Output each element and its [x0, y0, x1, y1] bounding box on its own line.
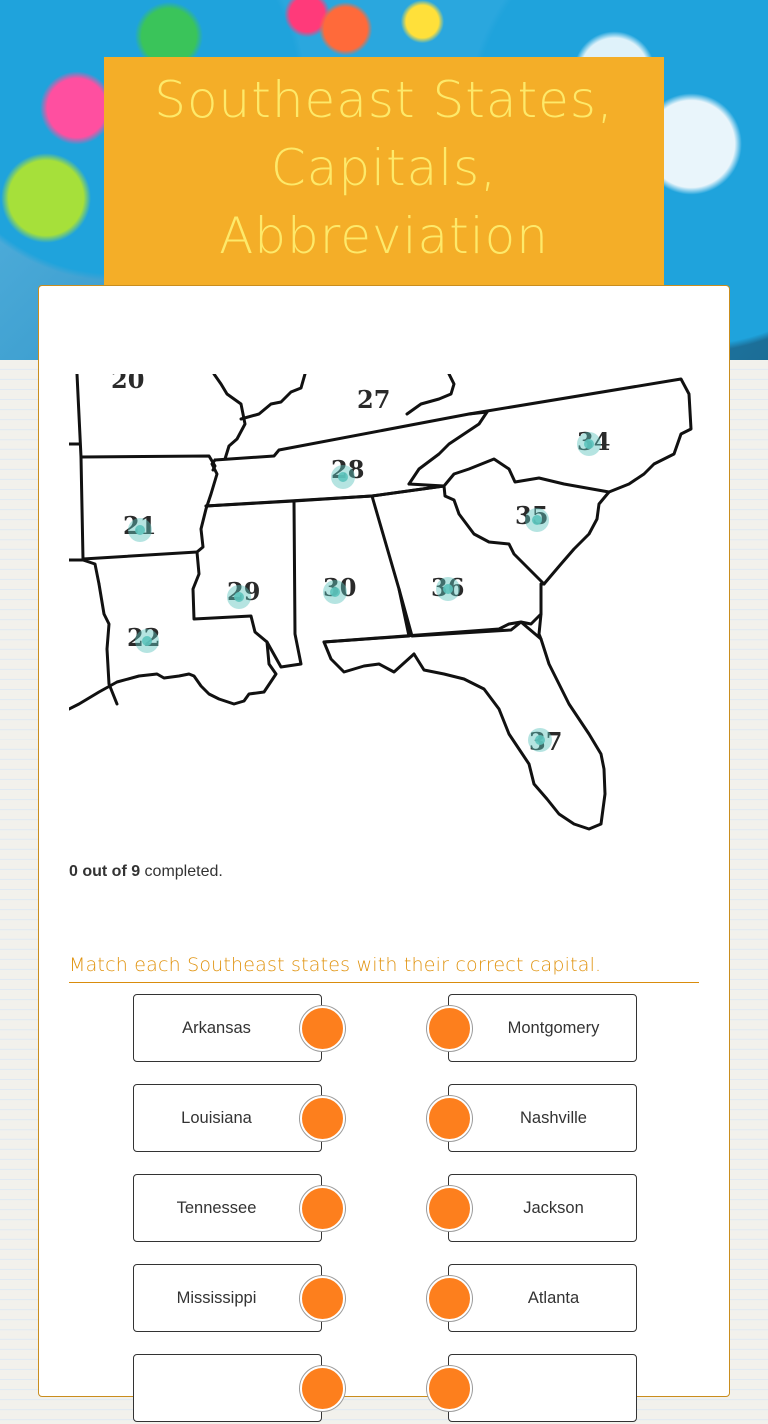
state-border-20 — [75, 374, 217, 472]
connector-dot-right[interactable] — [427, 1096, 472, 1141]
match-item-right[interactable]: Nashville — [448, 1084, 637, 1152]
state-border-27b — [239, 374, 307, 421]
match-pair-row: Arkansas Montgomery — [133, 994, 637, 1064]
connector-dot-right[interactable] — [427, 1186, 472, 1231]
state-border-27c — [405, 374, 456, 416]
match-item-left[interactable]: Tennessee — [133, 1174, 322, 1242]
progress-status: 0 out of 9 completed. — [69, 863, 223, 881]
match-item-right[interactable]: Jackson — [448, 1174, 637, 1242]
title-line-2: Capitals, — [270, 139, 498, 197]
hotspot-34[interactable] — [577, 432, 601, 456]
map-label-27: 27 — [357, 385, 390, 414]
question-instruction: Match each Southeast states with their c… — [69, 954, 699, 983]
title-line-1: Southeast States, — [154, 71, 614, 129]
match-item-left[interactable]: Mississippi — [133, 1264, 322, 1332]
match-pair-row: Louisiana Nashville — [133, 1084, 637, 1154]
page-title: Southeast States, Capitals, Abbreviation — [154, 66, 614, 270]
state-border-texas-edge — [69, 558, 101, 586]
state-border-22b — [69, 550, 278, 711]
connector-dot-left[interactable] — [300, 1276, 345, 1321]
connector-dot-left[interactable] — [300, 1366, 345, 1411]
connector-dot-left[interactable] — [300, 1096, 345, 1141]
southeast-map: 20 27 21 22 28 29 30 34 35 36 37 — [69, 374, 693, 831]
state-border-37 — [322, 620, 607, 831]
connector-dot-right[interactable] — [427, 1366, 472, 1411]
hotspot-22[interactable] — [135, 629, 159, 653]
hotspot-30[interactable] — [323, 580, 347, 604]
hotspot-35[interactable] — [525, 508, 549, 532]
state-border-28 — [213, 410, 489, 462]
match-pair-row — [133, 1354, 637, 1424]
match-item-right[interactable]: Atlanta — [448, 1264, 637, 1332]
hotspot-37[interactable] — [528, 728, 552, 752]
hotspot-36[interactable] — [436, 577, 460, 601]
state-border-21 — [79, 455, 219, 561]
match-pair-row: Mississippi Atlanta — [133, 1264, 637, 1334]
match-item-left[interactable] — [133, 1354, 322, 1422]
match-item-left[interactable]: Arkansas — [133, 994, 322, 1062]
connector-dot-left[interactable] — [300, 1186, 345, 1231]
title-line-3: Abbreviation — [219, 207, 549, 265]
florida-atlantic-coast — [537, 612, 543, 641]
hotspot-29[interactable] — [227, 585, 251, 609]
state-border-27 — [212, 374, 247, 461]
match-item-right[interactable]: Montgomery — [448, 994, 637, 1062]
title-banner: Southeast States, Capitals, Abbreviation — [104, 57, 664, 289]
connector-dot-left[interactable] — [300, 1006, 345, 1051]
match-item-left[interactable]: Louisiana — [133, 1084, 322, 1152]
map-label-20: 20 — [111, 374, 144, 394]
state-border-28b — [204, 482, 446, 508]
match-item-right[interactable] — [448, 1354, 637, 1422]
worksheet-card: 20 27 21 22 28 29 30 34 35 36 37 0 out o… — [38, 285, 730, 1422]
connector-dot-right[interactable] — [427, 1006, 472, 1051]
progress-count: 0 out of 9 — [69, 863, 141, 880]
hotspot-21[interactable] — [128, 518, 152, 542]
match-pair-row: Tennessee Jackson — [133, 1174, 637, 1244]
hotspot-28[interactable] — [331, 465, 355, 489]
connector-dot-right[interactable] — [427, 1276, 472, 1321]
progress-suffix: completed. — [140, 863, 223, 880]
